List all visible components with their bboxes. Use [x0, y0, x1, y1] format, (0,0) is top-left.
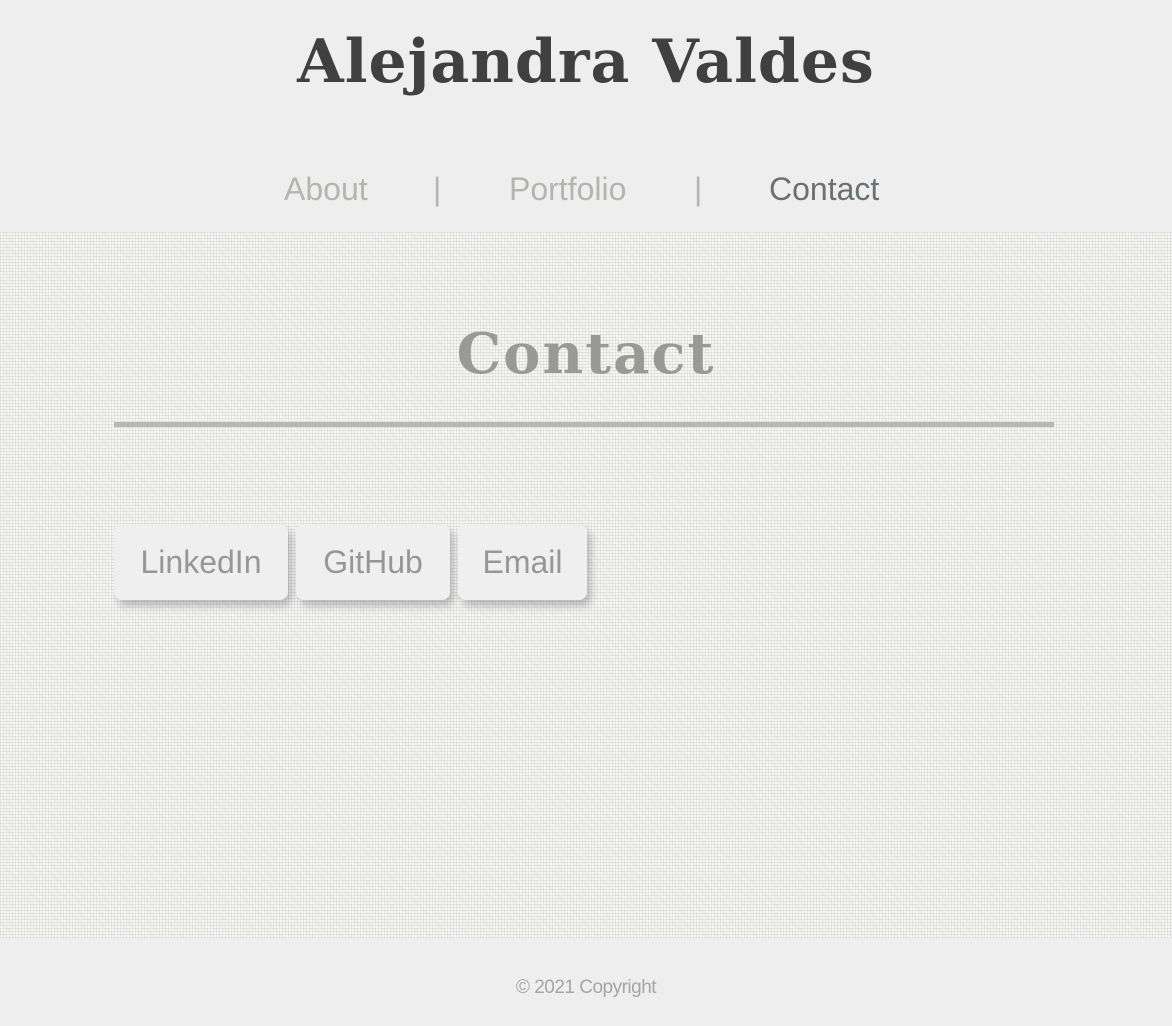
main-nav: About | Portfolio | Contact — [0, 166, 1172, 212]
nav-separator: | — [694, 171, 703, 207]
site-footer: © 2021 Copyright — [0, 938, 1172, 1026]
site-title: Alejandra Valdes — [297, 27, 875, 97]
contact-section: Contact LinkedIn GitHub Email — [0, 232, 1172, 938]
nav-link-portfolio[interactable]: Portfolio — [509, 166, 626, 212]
nav-separator: | — [433, 171, 442, 207]
github-button[interactable]: GitHub — [296, 524, 450, 600]
copyright-text: © 2021 Copyright — [515, 977, 657, 998]
nav-link-contact[interactable]: Contact — [769, 166, 879, 212]
section-divider — [114, 422, 1054, 427]
nav-link-about[interactable]: About — [284, 166, 368, 212]
linkedin-button[interactable]: LinkedIn — [114, 524, 288, 600]
section-title: Contact — [456, 321, 716, 387]
email-button[interactable]: Email — [458, 524, 587, 600]
site-header: Alejandra Valdes About | Portfolio | Con… — [0, 0, 1172, 232]
